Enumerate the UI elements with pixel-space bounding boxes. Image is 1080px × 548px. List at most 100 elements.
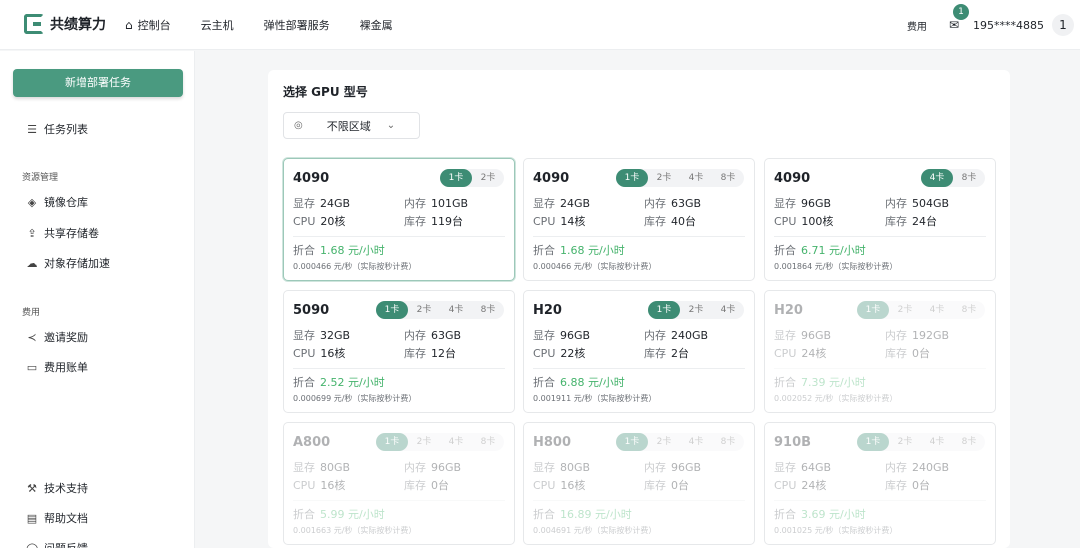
- sidebar-item-image-repo[interactable]: ◈ 镜像仓库: [26, 194, 88, 210]
- spec-value: 96GB: [671, 461, 702, 474]
- nav-bare-metal[interactable]: 裸金属: [360, 17, 393, 33]
- gpu-count-option[interactable]: 1卡: [440, 169, 472, 187]
- vram-spec: 显存 80GB: [293, 459, 350, 475]
- sidebar-item-object-storage[interactable]: ☁ 对象存储加速: [26, 255, 111, 271]
- gpu-count-option[interactable]: 8卡: [472, 301, 504, 319]
- price-value: 2.52 元/小时: [320, 376, 385, 389]
- nav-elastic-deploy[interactable]: 弹性部署服务: [264, 17, 330, 33]
- per-second-price: 0.000699 元/秒（实际按秒计费）: [293, 394, 417, 403]
- fee-link[interactable]: 费用: [907, 18, 927, 33]
- nav-console[interactable]: ⌂ 控制台: [125, 17, 171, 33]
- sidebar-item-task-list[interactable]: ☰ 任务列表: [26, 121, 88, 137]
- gpu-count-toggle: 1卡 2卡 4卡 8卡: [616, 169, 744, 187]
- gpu-count-option[interactable]: 2卡: [648, 433, 680, 451]
- spec-value: 80GB: [320, 461, 351, 474]
- gpu-card[interactable]: 4090 4卡 8卡 显存 96GB 内存 504GB CPU 100核 库存 24台 折合 6.71 …: [764, 158, 996, 281]
- avatar[interactable]: 1: [1052, 14, 1074, 36]
- vram-spec: 显存 24GB: [293, 195, 350, 211]
- spec-label: CPU: [533, 479, 556, 492]
- gpu-count-option[interactable]: 8卡: [712, 169, 744, 187]
- gpu-card[interactable]: H20 1卡 2卡 4卡 显存 96GB 内存 240GB CPU 22核 库存 2台 折合 6.88 元…: [523, 290, 755, 413]
- gpu-count-option[interactable]: 8卡: [472, 433, 504, 451]
- spec-label: 内存: [644, 329, 666, 342]
- spec-value: 0台: [431, 479, 449, 492]
- mail-icon[interactable]: ✉ 1: [949, 4, 969, 32]
- gpu-count-option[interactable]: 2卡: [680, 301, 712, 319]
- gpu-count-option[interactable]: 8卡: [953, 169, 985, 187]
- spec-value: 96GB: [560, 329, 591, 342]
- top-right-area: 费用 ✉ 1 195****4885 1: [907, 0, 1080, 50]
- gpu-count-option[interactable]: 2卡: [648, 169, 680, 187]
- per-second-price: 0.001864 元/秒（实际按秒计费）: [774, 262, 898, 271]
- spec-label: 显存: [774, 329, 796, 342]
- gpu-count-option[interactable]: 2卡: [408, 433, 440, 451]
- brand-logo[interactable]: 共绩算力: [24, 14, 106, 34]
- gpu-count-option[interactable]: 8卡: [953, 433, 985, 451]
- divider: [774, 500, 986, 501]
- vram-spec: 显存 64GB: [774, 459, 831, 475]
- sidebar-item-billing[interactable]: ▭ 费用账单: [26, 359, 88, 375]
- gpu-card[interactable]: 4090 1卡 2卡 4卡 8卡 显存 24GB 内存 63GB CPU 14核 库存 40台 折合 1.6…: [523, 158, 755, 281]
- spec-label: CPU: [293, 215, 316, 228]
- spec-label: 内存: [404, 197, 426, 210]
- spec-value: 0台: [912, 347, 930, 360]
- nav-cloud-host[interactable]: 云主机: [201, 17, 234, 33]
- gpu-model-name: 4090: [533, 171, 570, 186]
- sidebar-item-invite-reward[interactable]: ≺ 邀请奖励: [26, 329, 88, 345]
- spec-label: CPU: [293, 479, 316, 492]
- spec-value: 80GB: [560, 461, 591, 474]
- sidebar-item-label: 问题反馈: [44, 540, 88, 548]
- cpu-spec: CPU 14核: [533, 213, 585, 229]
- spec-label: 显存: [533, 329, 555, 342]
- gpu-count-option[interactable]: 8卡: [712, 433, 744, 451]
- gpu-card[interactable]: H20 1卡 2卡 4卡 8卡 显存 96GB 内存 192GB CPU 24核 库存 0台 折合 7.39…: [764, 290, 996, 413]
- gpu-count-option[interactable]: 4卡: [680, 433, 712, 451]
- gpu-card[interactable]: 4090 1卡 2卡 显存 24GB 内存 101GB CPU 20核 库存 119台 折合 1.68 …: [283, 158, 515, 281]
- gpu-card[interactable]: 5090 1卡 2卡 4卡 8卡 显存 32GB 内存 63GB CPU 16核 库存 12台 折合 2.5…: [283, 290, 515, 413]
- gpu-count-option[interactable]: 4卡: [921, 169, 953, 187]
- gpu-count-option[interactable]: 1卡: [857, 301, 889, 319]
- region-select[interactable]: ◎ 不限区域 ⌄: [283, 112, 420, 139]
- price-label: 折合: [774, 508, 796, 521]
- sidebar-item-tech-support[interactable]: ⚒ 技术支持: [26, 480, 88, 496]
- gpu-count-option[interactable]: 2卡: [889, 301, 921, 319]
- gpu-card[interactable]: A800 1卡 2卡 4卡 8卡 显存 80GB 内存 96GB CPU 16核 库存 0台 折合 5.99…: [283, 422, 515, 545]
- user-phone[interactable]: 195****4885: [973, 19, 1044, 32]
- gpu-count-option[interactable]: 2卡: [472, 169, 504, 187]
- gpu-count-option[interactable]: 1卡: [648, 301, 680, 319]
- spec-label: CPU: [774, 215, 797, 228]
- gpu-count-option[interactable]: 4卡: [440, 433, 472, 451]
- spec-label: 库存: [885, 347, 907, 360]
- gpu-count-option[interactable]: 1卡: [376, 301, 408, 319]
- cube-icon: ◈: [27, 195, 37, 209]
- gpu-count-option[interactable]: 4卡: [921, 301, 953, 319]
- gpu-count-option[interactable]: 4卡: [440, 301, 472, 319]
- spec-value: 40台: [671, 215, 696, 228]
- sidebar-item-label: 费用账单: [44, 361, 88, 374]
- gpu-card[interactable]: H800 1卡 2卡 4卡 8卡 显存 80GB 内存 96GB CPU 16核 库存 0台 折合 16.8…: [523, 422, 755, 545]
- gpu-count-option[interactable]: 2卡: [408, 301, 440, 319]
- gpu-count-option[interactable]: 1卡: [616, 433, 648, 451]
- spec-value: 96GB: [801, 329, 832, 342]
- gpu-count-option[interactable]: 8卡: [953, 301, 985, 319]
- new-deploy-task-button[interactable]: 新增部署任务: [13, 69, 183, 97]
- gpu-count-option[interactable]: 1卡: [376, 433, 408, 451]
- hourly-price: 折合 2.52 元/小时: [293, 374, 385, 390]
- sidebar-item-feedback[interactable]: ◯ 问题反馈: [26, 540, 88, 548]
- gpu-count-option[interactable]: 2卡: [889, 433, 921, 451]
- vram-spec: 显存 32GB: [293, 327, 350, 343]
- gpu-count-toggle: 1卡 2卡 4卡: [648, 301, 744, 319]
- gpu-count-option[interactable]: 1卡: [616, 169, 648, 187]
- gpu-count-toggle: 1卡 2卡 4卡 8卡: [857, 301, 985, 319]
- gpu-count-option[interactable]: 4卡: [712, 301, 744, 319]
- gpu-count-option[interactable]: 4卡: [680, 169, 712, 187]
- sidebar-item-help-docs[interactable]: ▤ 帮助文档: [26, 510, 88, 526]
- gpu-count-option[interactable]: 1卡: [857, 433, 889, 451]
- gpu-card[interactable]: 910B 1卡 2卡 4卡 8卡 显存 64GB 内存 240GB CPU 24核 库存 0台 折合 3.6…: [764, 422, 996, 545]
- gpu-count-option[interactable]: 4卡: [921, 433, 953, 451]
- spec-label: 内存: [885, 329, 907, 342]
- vram-spec: 显存 96GB: [774, 327, 831, 343]
- spec-label: 显存: [774, 461, 796, 474]
- sidebar-item-shared-volume[interactable]: ⇪ 共享存储卷: [26, 225, 99, 241]
- gpu-select-panel: 选择 GPU 型号 ◎ 不限区域 ⌄ 4090 1卡 2卡 显存 24GB 内存 101GB…: [268, 70, 1010, 548]
